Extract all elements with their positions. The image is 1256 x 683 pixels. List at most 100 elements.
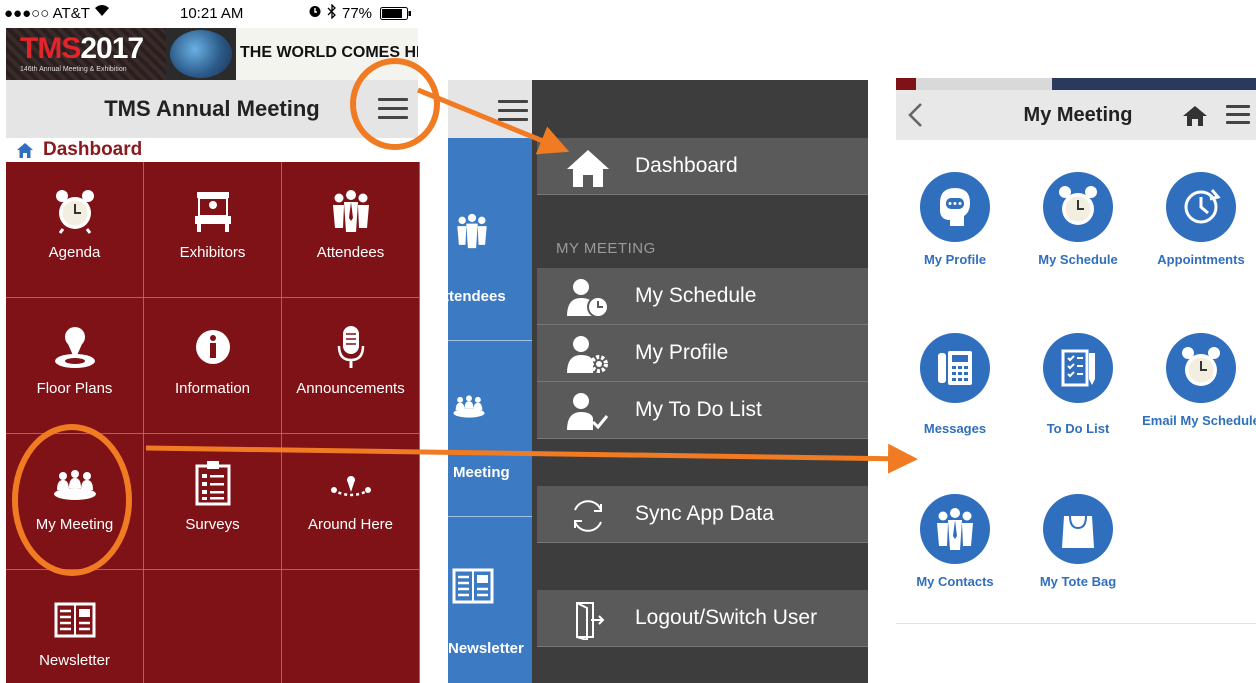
tile-label: Email My Schedule — [1142, 413, 1256, 428]
event-banner: TMS2017 146th Annual Meeting & Exhibitio… — [6, 28, 418, 80]
bluetooth-icon — [327, 3, 337, 23]
my-tote-bag-tile[interactable]: My Tote Bag — [1017, 494, 1139, 589]
menu-item-label: Sync App Data — [635, 502, 774, 525]
tile-label: Newsletter — [39, 652, 110, 669]
bag-icon — [1062, 515, 1094, 548]
tile-floor-plans[interactable]: Floor Plans — [6, 298, 144, 434]
microphone-icon — [337, 326, 364, 368]
tile-label: Announcements — [296, 380, 405, 397]
menu-item-my-schedule[interactable]: My Schedule — [537, 268, 868, 325]
checklist-icon — [1061, 349, 1095, 387]
tile-label: Agenda — [48, 244, 101, 261]
wifi-icon — [94, 3, 110, 21]
user-clock-icon — [567, 279, 609, 318]
menu-item-label: My Schedule — [635, 284, 757, 307]
menu-item-logout[interactable]: Logout/Switch User — [537, 590, 868, 647]
menu-item-dashboard[interactable]: Dashboard — [537, 138, 868, 195]
banner-strip — [896, 78, 1256, 90]
my-schedule-tile[interactable]: My Schedule — [1017, 172, 1139, 267]
hamburger-menu-icon[interactable] — [498, 100, 528, 122]
tile-announcements[interactable]: Announcements — [282, 298, 420, 434]
tile-label: Around Here — [307, 516, 394, 533]
menu-item-label: My To Do List — [635, 398, 762, 421]
home-icon — [567, 150, 609, 187]
email-my-schedule-tile[interactable]: Email My Schedule — [1140, 333, 1256, 428]
my-meeting-header: My Meeting — [896, 90, 1256, 140]
tile-label: Information — [174, 380, 251, 397]
side-label: Meeting — [453, 464, 510, 481]
tile-label: Messages — [923, 421, 987, 436]
tile-label: Exhibitors — [179, 244, 246, 261]
battery-icon — [380, 7, 412, 24]
tms-logo: TMS2017 — [20, 32, 144, 65]
tile-attendees[interactable]: Attendees — [282, 162, 420, 298]
menu-item-label: My Profile — [635, 341, 729, 364]
appointments-tile[interactable]: Appointments — [1140, 172, 1256, 267]
tile-information[interactable]: Information — [144, 298, 282, 434]
tile-around-here[interactable]: Around Here — [282, 434, 420, 570]
info-icon — [195, 330, 230, 364]
alarm-clock-icon — [1059, 186, 1097, 225]
tile-empty — [144, 570, 282, 683]
side-menu-screen: ttendees Meeting Newsletter Dashboard MY… — [448, 80, 868, 683]
location-icon — [330, 476, 371, 497]
divider — [896, 623, 1256, 624]
tile-label: Surveys — [185, 516, 240, 533]
my-profile-tile[interactable]: My Profile — [894, 172, 1016, 267]
dimmed-dashboard: ttendees Meeting Newsletter — [448, 138, 532, 683]
alarm-clock-icon — [55, 190, 94, 234]
banner-subtitle: 146th Annual Meeting & Exhibition — [20, 66, 127, 73]
navigation-drawer: Dashboard MY MEETING My Schedule My Prof… — [532, 80, 868, 683]
home-icon[interactable] — [1182, 105, 1208, 127]
tile-label: Floor Plans — [36, 380, 113, 397]
annotation-circle-menu — [350, 58, 440, 150]
tile-agenda[interactable]: Agenda — [6, 162, 144, 298]
status-bar: ●●●○○ AT&T 10:21 AM 77% — [0, 0, 420, 28]
sync-icon — [574, 500, 602, 532]
user-gear-icon — [567, 336, 608, 373]
carrier-label: ●●●○○ AT&T — [4, 5, 90, 22]
tile-label: Attendees — [316, 244, 385, 261]
alarm-clock-icon — [1182, 347, 1220, 386]
breadcrumb[interactable]: Dashboard — [16, 138, 142, 162]
menu-item-my-profile[interactable]: My Profile — [537, 325, 868, 382]
clipboard-icon — [195, 461, 230, 506]
newspaper-icon — [54, 602, 95, 638]
tile-label: To Do List — [1046, 421, 1110, 436]
globe-image — [170, 30, 232, 78]
tile-newsletter[interactable]: Newsletter — [6, 570, 144, 683]
my-contacts-tile[interactable]: My Contacts — [894, 494, 1016, 589]
tile-label: My Profile — [923, 252, 987, 267]
tile-surveys[interactable]: Surveys — [144, 434, 282, 570]
people-icon — [937, 508, 973, 550]
tile-label: My Contacts — [916, 574, 994, 589]
alarm-status-icon — [308, 4, 322, 22]
booth-icon — [194, 192, 231, 232]
side-label: Newsletter — [448, 640, 524, 657]
dashboard-grid: Agenda Exhibitors Attendees Floor Plans … — [6, 162, 420, 683]
clock-arrow-icon — [1184, 189, 1221, 224]
user-check-icon — [567, 393, 609, 430]
map-pin-icon — [54, 327, 95, 368]
dimmed-header — [448, 80, 532, 138]
meeting-table-icon — [453, 395, 485, 418]
newspaper-icon — [452, 568, 494, 604]
people-icon — [332, 190, 369, 232]
phone-icon — [938, 351, 972, 385]
tile-empty — [282, 570, 420, 683]
tile-label: My Tote Bag — [1039, 574, 1117, 589]
menu-item-sync[interactable]: Sync App Data — [537, 486, 868, 543]
tile-exhibitors[interactable]: Exhibitors — [144, 162, 282, 298]
breadcrumb-label: Dashboard — [43, 139, 143, 160]
annotation-circle-my-meeting — [12, 424, 132, 576]
my-meeting-screen: My Meeting My Profile My Schedule Appoin… — [896, 78, 1256, 683]
menu-item-my-to-do-list[interactable]: My To Do List — [537, 382, 868, 439]
battery-label: 77% — [342, 5, 373, 22]
exit-door-icon — [576, 602, 605, 640]
clock-label: 10:21 AM — [180, 5, 244, 22]
tile-label: My Schedule — [1038, 252, 1118, 267]
hamburger-menu-icon[interactable] — [1226, 105, 1250, 125]
messages-tile[interactable]: Messages — [894, 333, 1016, 436]
home-icon — [17, 142, 33, 158]
to-do-list-tile[interactable]: To Do List — [1017, 333, 1139, 436]
